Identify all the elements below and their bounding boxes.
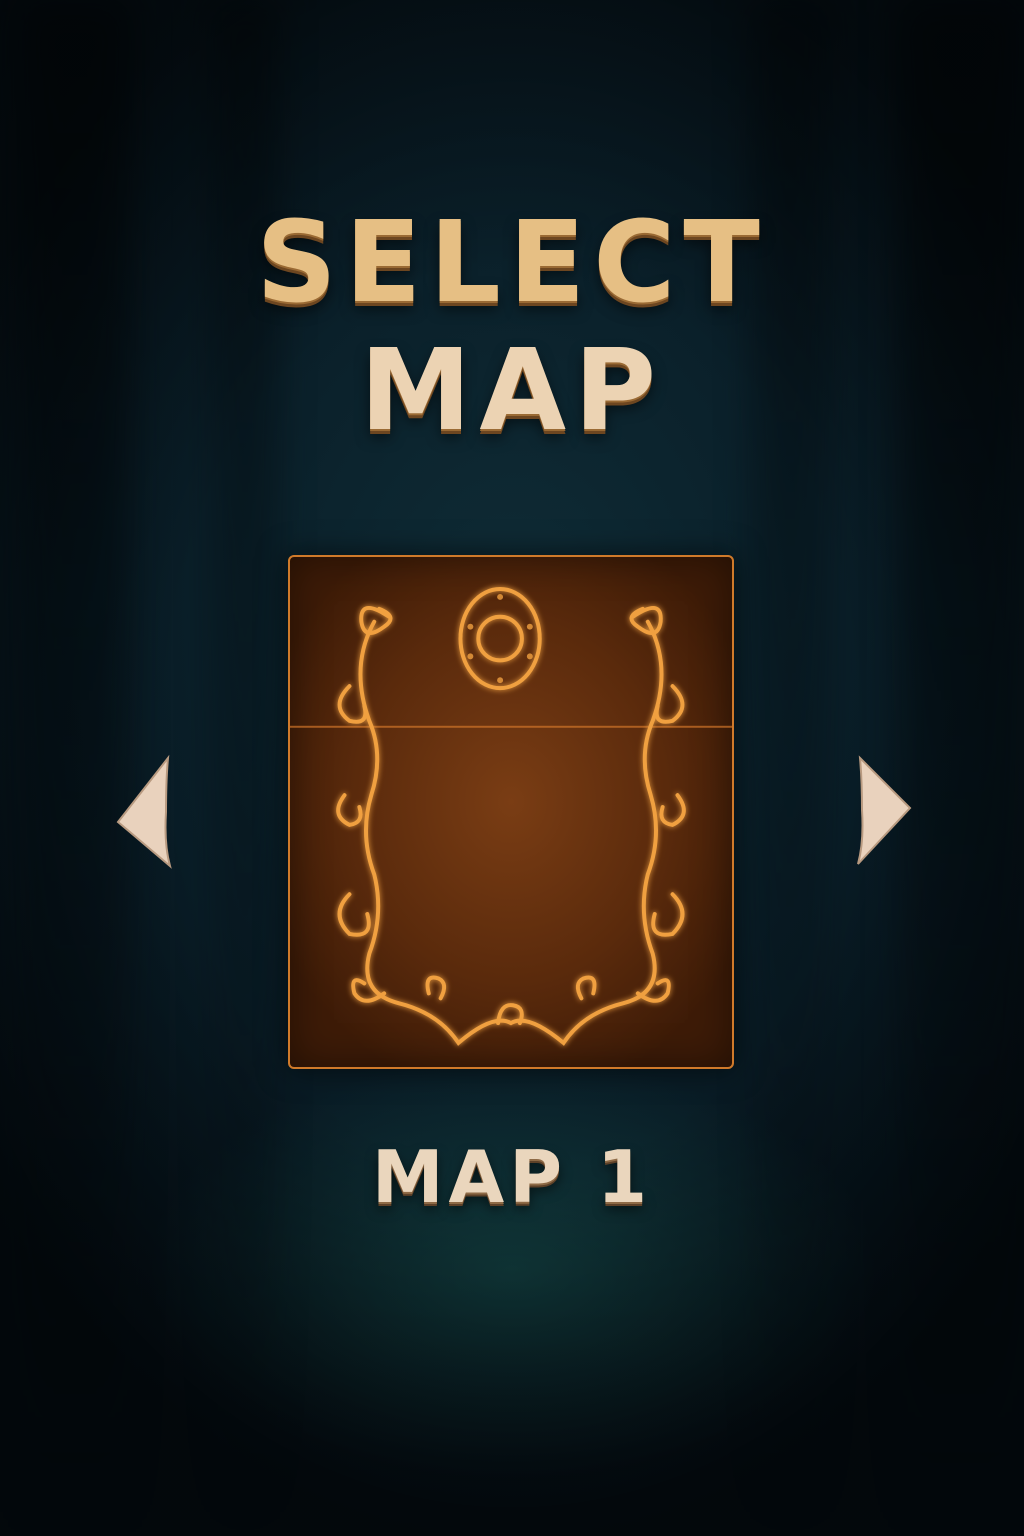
triangle-right-icon [857, 755, 912, 865]
page-title-line-2: MAP [359, 326, 665, 456]
triangle-left-icon [116, 754, 172, 869]
previous-map-button[interactable] [112, 752, 182, 872]
next-map-button[interactable] [846, 752, 916, 872]
map-preview-card[interactable] [288, 555, 734, 1069]
current-map-name: MAP 1 [371, 1135, 653, 1219]
map-select-screen: SELECT MAP MAP 1 [0, 0, 1024, 1536]
page-title-line-1: SELECT [256, 198, 768, 328]
ornate-frame-icon [290, 587, 732, 1046]
